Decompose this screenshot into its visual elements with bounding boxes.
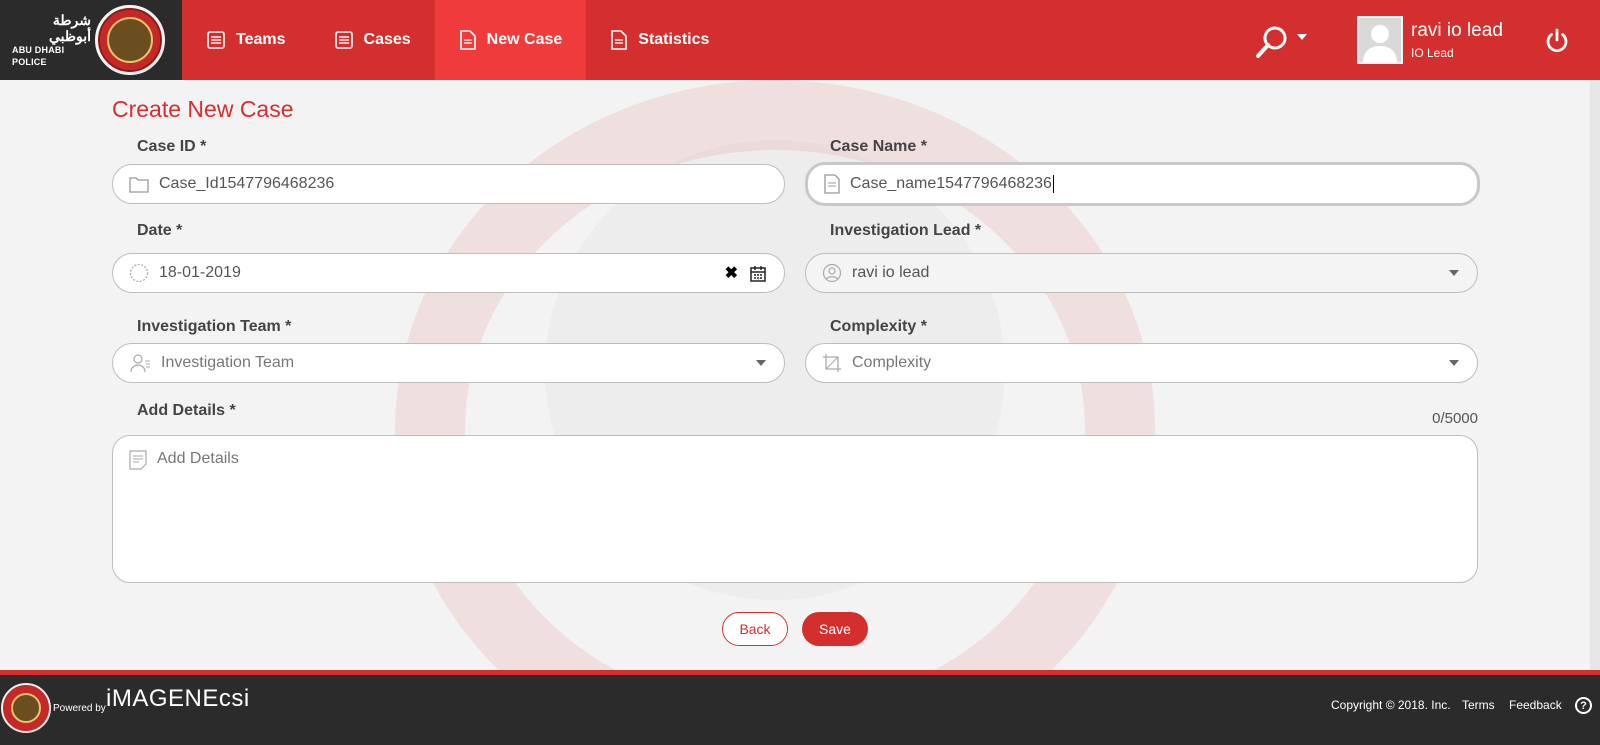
nav-new-case[interactable]: New Case — [434, 0, 587, 80]
user-name: ravi io lead — [1411, 20, 1503, 41]
chevron-down-icon — [1449, 360, 1459, 366]
nav-statistics-label: Statistics — [638, 31, 710, 48]
clear-date-icon[interactable]: ✖ — [725, 263, 738, 283]
case-name-label: Case Name * — [830, 138, 927, 155]
search-button[interactable] — [1255, 22, 1315, 62]
nav-cases[interactable]: Cases — [310, 0, 435, 80]
document-icon — [459, 30, 476, 50]
investigation-team-select[interactable]: Investigation Team — [112, 343, 785, 383]
document-icon — [611, 30, 628, 50]
details-textarea[interactable]: Add Details — [112, 435, 1478, 583]
investigation-lead-label: Investigation Lead * — [830, 222, 982, 239]
nav-teams-label: Teams — [236, 31, 286, 48]
case-id-value: Case_Id1547796468236 — [159, 175, 335, 192]
date-value: 18-01-2019 — [159, 264, 241, 281]
abu-dhabi-police-logo[interactable]: شرطة أبوظبي ABU DHABI POLICE — [0, 0, 182, 80]
user-icon — [822, 263, 842, 283]
user-role: IO Lead — [1411, 46, 1454, 60]
top-navbar: شرطة أبوظبي ABU DHABI POLICE Teams Cases… — [0, 0, 1600, 80]
date-field[interactable]: 18-01-2019 ✖ — [112, 253, 785, 293]
details-placeholder: Add Details — [157, 450, 239, 467]
terms-link[interactable]: Terms — [1462, 698, 1495, 712]
imagene-logo: iMAGENEcsi — [106, 685, 250, 712]
help-icon[interactable]: ? — [1575, 697, 1592, 714]
clock-icon — [129, 263, 149, 283]
folder-icon — [129, 175, 149, 193]
investigation-lead-value: ravi io lead — [852, 264, 930, 281]
complexity-label: Complexity * — [830, 318, 927, 335]
chevron-down-icon — [756, 360, 766, 366]
nav-new-case-label: New Case — [486, 31, 563, 48]
investigation-lead-select[interactable]: ravi io lead — [805, 253, 1478, 293]
create-case-form: Create New Case Case ID * Case_Id1547796… — [0, 80, 1590, 670]
note-icon — [129, 450, 147, 470]
complexity-select[interactable]: Complexity — [805, 343, 1478, 383]
back-button[interactable]: Back — [722, 612, 788, 646]
case-name-value: Case_name1547796468236 — [850, 175, 1052, 193]
copyright-text: Copyright © 2018. Inc. — [1331, 698, 1451, 712]
chevron-down-icon — [1297, 34, 1307, 40]
logout-button[interactable] — [1544, 28, 1570, 59]
user-profile[interactable]: ravi io lead IO Lead — [1357, 16, 1503, 64]
nav-teams[interactable]: Teams — [182, 0, 310, 80]
logo-english-text: ABU DHABI POLICE — [12, 45, 65, 67]
page-title: Create New Case — [112, 96, 294, 122]
police-emblem-icon — [1, 683, 51, 733]
logo-arabic-text: شرطة أبوظبي — [48, 12, 91, 44]
document-icon — [824, 174, 840, 194]
details-char-counter: 0/5000 — [1432, 410, 1478, 427]
details-label: Add Details * — [137, 402, 236, 419]
nav-statistics[interactable]: Statistics — [586, 0, 733, 80]
scrollbar[interactable] — [1590, 80, 1600, 670]
power-icon — [1546, 28, 1568, 53]
footer: Powered by iMAGENEcsi Copyright © 2018. … — [0, 675, 1600, 745]
team-icon — [129, 353, 151, 373]
investigation-team-label: Investigation Team * — [137, 318, 292, 335]
crop-icon — [822, 353, 842, 373]
case-name-field[interactable]: Case_name1547796468236 — [805, 162, 1480, 206]
nav-cases-label: Cases — [363, 31, 411, 48]
date-label: Date * — [137, 222, 183, 239]
investigation-team-placeholder: Investigation Team — [161, 354, 295, 371]
main-nav: Teams Cases New Case Statistics — [182, 0, 733, 80]
search-icon — [1256, 26, 1287, 58]
powered-by-text: Powered by — [53, 703, 106, 714]
save-button[interactable]: Save — [802, 612, 868, 646]
police-emblem-icon — [95, 5, 165, 75]
case-id-label: Case ID * — [137, 138, 207, 155]
complexity-placeholder: Complexity — [852, 354, 932, 371]
calendar-icon[interactable] — [750, 265, 766, 282]
chevron-down-icon — [1449, 270, 1459, 276]
avatar — [1357, 16, 1403, 64]
feedback-link[interactable]: Feedback — [1509, 698, 1562, 712]
list-icon — [334, 31, 353, 49]
case-id-field[interactable]: Case_Id1547796468236 — [112, 164, 785, 204]
list-icon — [207, 31, 225, 49]
